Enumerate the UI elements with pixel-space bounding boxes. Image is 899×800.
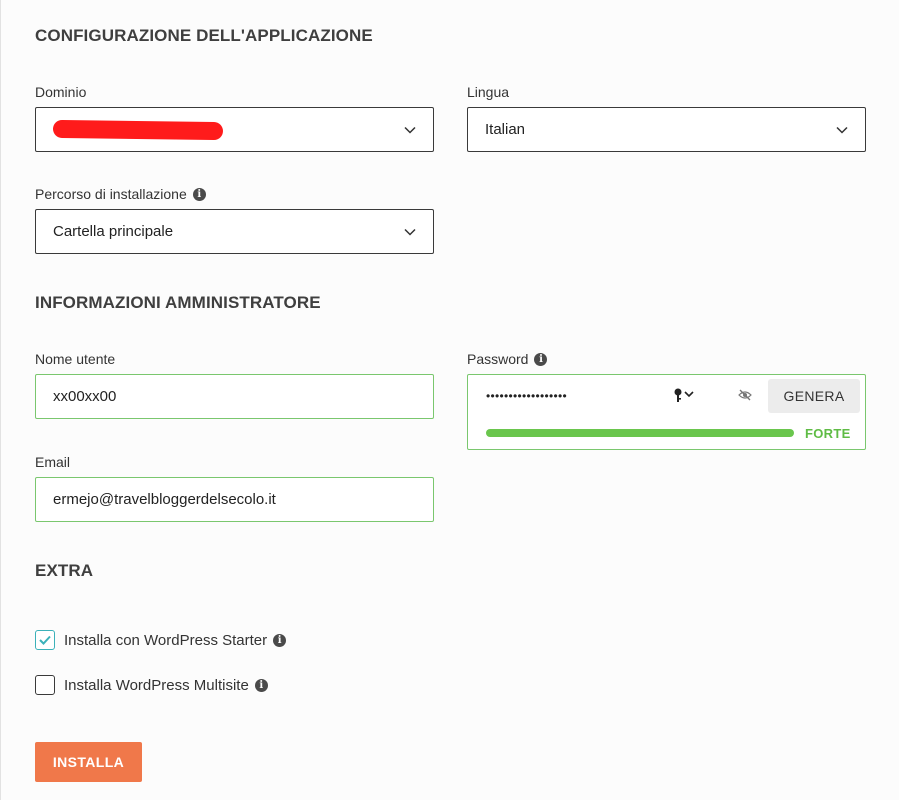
password-label-text: Password: [467, 351, 529, 367]
email-input[interactable]: ermejo@travelbloggerdelsecolo.it: [35, 477, 434, 522]
username-label: Nome utente: [35, 351, 115, 367]
extra-section-title: EXTRA: [35, 561, 94, 580]
wordpress-multisite-option: Installa WordPress Multisite i: [35, 675, 268, 695]
username-label-text: Nome utente: [35, 351, 116, 367]
language-label: Lingua: [467, 84, 509, 100]
app-config-section-title: CONFIGURAZIONE DELL'APPLICAZIONE: [35, 26, 373, 45]
install-path-label: Percorso di installazione i: [35, 186, 206, 202]
info-icon[interactable]: i: [254, 678, 268, 692]
wordpress-starter-option: Installa con WordPress Starter i: [35, 630, 287, 650]
password-field: •••••••••••••••••• GENERA FORTE: [467, 374, 866, 450]
password-label: Password i: [467, 351, 548, 367]
generate-password-button[interactable]: GENERA: [768, 379, 860, 413]
language-value: Italian: [485, 121, 526, 138]
install-path-select[interactable]: Cartella principale: [35, 209, 434, 254]
email-value: ermejo@travelbloggerdelsecolo.it: [53, 491, 276, 508]
install-button[interactable]: INSTALLA: [35, 742, 142, 782]
page-left-border: [0, 0, 1, 800]
info-icon[interactable]: i: [534, 352, 548, 366]
wordpress-starter-label-text: Installa con WordPress Starter: [64, 631, 268, 649]
email-label-text: Email: [35, 454, 71, 470]
username-value: xx00xx00: [53, 388, 117, 405]
info-icon[interactable]: i: [273, 633, 287, 647]
domain-label: Dominio: [35, 84, 86, 100]
key-icon[interactable]: [673, 387, 697, 403]
install-path-label-text: Percorso di installazione: [35, 186, 187, 202]
wordpress-starter-checkbox[interactable]: [35, 630, 55, 650]
chevron-down-icon: [404, 228, 416, 236]
chevron-down-icon: [836, 126, 848, 134]
redacted-domain-value: [52, 119, 224, 140]
domain-select[interactable]: [35, 107, 434, 152]
password-input[interactable]: ••••••••••••••••••: [486, 389, 567, 403]
eye-off-icon[interactable]: [738, 388, 752, 402]
info-icon[interactable]: i: [192, 187, 206, 201]
install-path-value: Cartella principale: [53, 223, 174, 240]
username-input[interactable]: xx00xx00: [35, 374, 434, 419]
language-label-text: Lingua: [467, 84, 510, 100]
domain-label-text: Dominio: [35, 84, 87, 100]
password-strength-bar: [486, 429, 794, 437]
wordpress-multisite-label-text: Installa WordPress Multisite: [64, 676, 249, 694]
check-icon: [39, 635, 51, 645]
admin-info-section-title: INFORMAZIONI AMMINISTRATORE: [35, 293, 321, 312]
wordpress-starter-label: Installa con WordPress Starter i: [64, 631, 287, 649]
wordpress-multisite-checkbox[interactable]: [35, 675, 55, 695]
chevron-down-icon: [404, 126, 416, 134]
email-label: Email: [35, 454, 70, 470]
wordpress-multisite-label: Installa WordPress Multisite i: [64, 677, 268, 694]
password-strength-label: FORTE: [805, 426, 851, 441]
language-select[interactable]: Italian: [467, 107, 866, 152]
